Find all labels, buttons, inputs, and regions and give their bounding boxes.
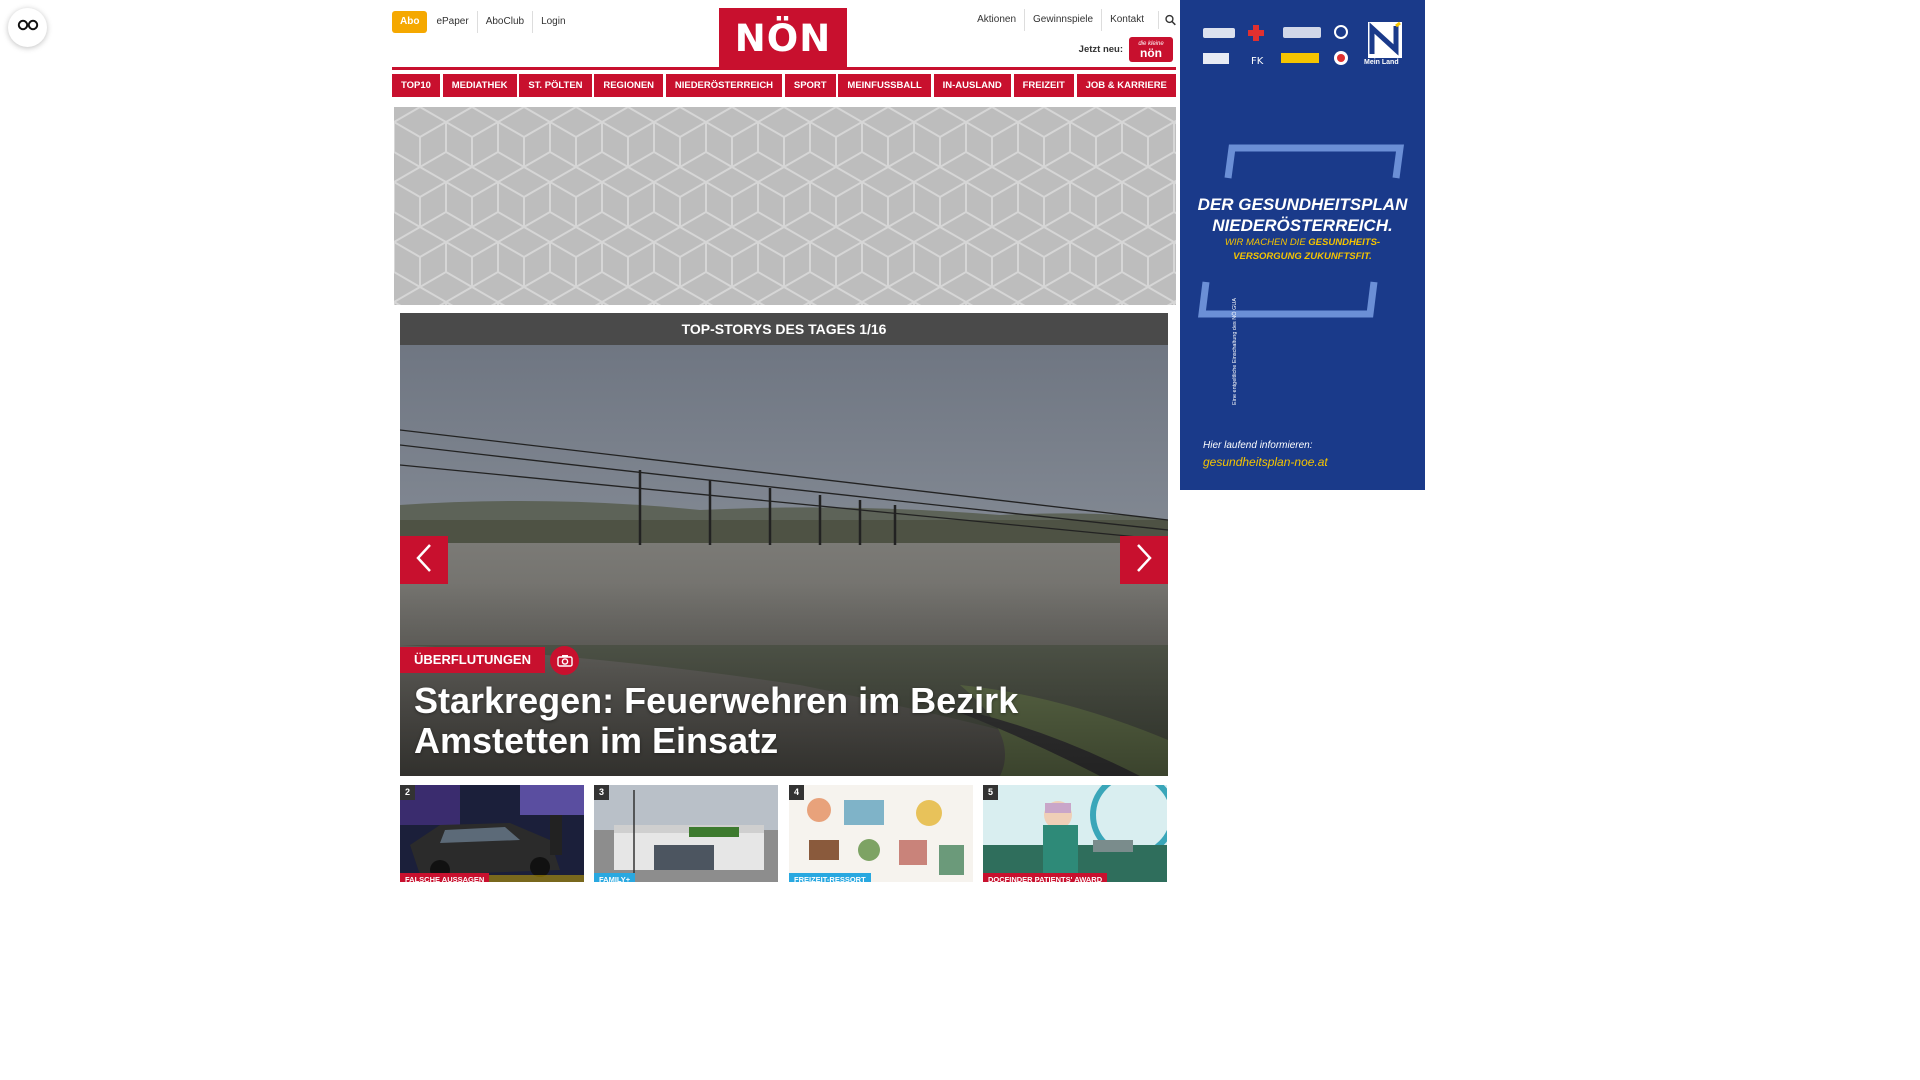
story-tag[interactable]: FALSCHE AUSSAGEN: [400, 873, 490, 882]
chevron-left-icon: [415, 543, 433, 578]
story-thumb[interactable]: 4 FREIZEIT-RESSORT: [789, 785, 973, 882]
site-header: Abo ePaper AboClub Login NÖN Aktionen Ge…: [392, 0, 1176, 70]
ad-sub-bold: GESUNDHEITS-: [1308, 237, 1381, 248]
camera-icon: [550, 646, 579, 675]
story-thumb[interactable]: 3 FAMILY+: [594, 785, 778, 882]
nav-item-freizeit[interactable]: FREIZEIT: [1013, 74, 1074, 97]
new-product-promo: Jetzt neu: die kleine nön: [1079, 37, 1173, 62]
kontakt-link[interactable]: Kontakt: [1101, 9, 1152, 31]
story-thumb[interactable]: 5 DOCFINDER PATIENTS' AWARD: [983, 785, 1167, 882]
carousel-next-button[interactable]: [1120, 536, 1168, 584]
jetzt-neu-label: Jetzt neu:: [1078, 44, 1123, 55]
glasses-icon: [17, 18, 39, 37]
ad-title-line2: NIEDERÖSTERREICH.: [1212, 216, 1393, 235]
nav-item-in-ausland[interactable]: IN-AUSLAND: [933, 74, 1011, 97]
accessibility-toggle-button[interactable]: [8, 8, 47, 47]
search-icon[interactable]: [1158, 11, 1176, 29]
ad-disclaimer: Eine entgeltliche Einschaltung des NÖ GU…: [1232, 297, 1238, 405]
gewinnspiele-link[interactable]: Gewinnspiele: [1024, 9, 1101, 31]
top-stories-header: TOP-STORYS DES TAGES 1/16: [400, 313, 1168, 345]
story-thumbnails: 2 FALSCHE AUSSAGEN 3 FAMILY+ 4 FREIZEIT-…: [400, 785, 1168, 882]
story-rank: 5: [983, 785, 998, 800]
ad-title-line1: DER GESUNDHEITSPLAN: [1197, 195, 1408, 214]
chevron-right-icon: [1135, 543, 1153, 578]
ad-info-text: Hier laufend informieren:: [1203, 440, 1313, 451]
story-thumb[interactable]: 2 FALSCHE AUSSAGEN: [400, 785, 584, 882]
header-divider: [392, 67, 1176, 70]
nav-item-niederoesterreich[interactable]: NIEDERÖSTERREICH: [665, 74, 783, 97]
nav-item-mediathek[interactable]: MEDIATHEK: [442, 74, 517, 97]
hero-category-tag[interactable]: ÜBERFLUTUNGEN: [400, 647, 545, 673]
top-nav: Abo ePaper AboClub Login: [392, 11, 574, 33]
carousel-prev-button[interactable]: [400, 536, 448, 584]
story-tag[interactable]: DOCFINDER PATIENTS' AWARD: [983, 873, 1108, 882]
epaper-link[interactable]: ePaper: [428, 11, 476, 33]
hero-story[interactable]: ÜBERFLUTUNGEN Starkregen: Feuerwehren im…: [400, 345, 1168, 776]
right-nav: Aktionen Gewinnspiele Kontakt: [969, 8, 1176, 32]
login-link[interactable]: Login: [532, 11, 573, 33]
story-thumb-image: [594, 785, 778, 882]
hero-headline[interactable]: Starkregen: Feuerwehren im Bezirk Amstet…: [414, 681, 1154, 761]
story-rank: 4: [789, 785, 804, 800]
gesundheitsplan-ad[interactable]: FK Mein Land DER GESUNDHEITSPLAN NIEDERÖ…: [1180, 0, 1425, 490]
story-thumb-image: [789, 785, 973, 882]
nav-item-top10[interactable]: TOP10: [392, 74, 440, 97]
story-thumb-image: [400, 785, 584, 882]
badge-big-text: nön: [1140, 45, 1162, 60]
nav-item-st-poelten[interactable]: ST. PÖLTEN: [519, 74, 592, 97]
ad-placeholder: [394, 107, 1176, 305]
aboclub-link[interactable]: AboClub: [476, 11, 532, 33]
ad-url-link[interactable]: gesundheitsplan-noe.at: [1203, 455, 1328, 469]
nav-item-regionen[interactable]: REGIONEN: [594, 74, 664, 97]
ad-sub-pre: WIR MACHEN DIE: [1224, 237, 1309, 248]
story-thumb-image: [983, 785, 1167, 882]
nav-item-sport[interactable]: SPORT: [784, 74, 836, 97]
category-nav: TOP10 MEDIATHEK ST. PÖLTEN REGIONEN NIED…: [392, 74, 1176, 97]
story-rank: 2: [400, 785, 415, 800]
nav-item-meinfussball[interactable]: MEINFUSSBALL: [838, 74, 931, 97]
story-rank: 3: [594, 785, 609, 800]
ad-title: DER GESUNDHEITSPLAN NIEDERÖSTERREICH.: [1180, 194, 1425, 236]
story-tag[interactable]: FREIZEIT-RESSORT: [789, 873, 871, 882]
abo-button[interactable]: Abo: [392, 11, 428, 33]
ad-subtitle: WIR MACHEN DIE GESUNDHEITS- VERSORGUNG Z…: [1180, 236, 1425, 264]
aktionen-link[interactable]: Aktionen: [969, 9, 1024, 31]
story-tag[interactable]: FAMILY+: [594, 873, 636, 882]
nav-item-job-karriere[interactable]: JOB & KARRIERE: [1076, 74, 1176, 97]
site-logo[interactable]: NÖN: [719, 8, 847, 69]
die-kleine-noen-badge[interactable]: die kleine nön: [1129, 37, 1173, 62]
page: Abo ePaper AboClub Login NÖN Aktionen Ge…: [0, 0, 1568, 882]
ad-sub-line2: VERSORGUNG ZUKUNFTSFIT.: [1233, 251, 1372, 262]
